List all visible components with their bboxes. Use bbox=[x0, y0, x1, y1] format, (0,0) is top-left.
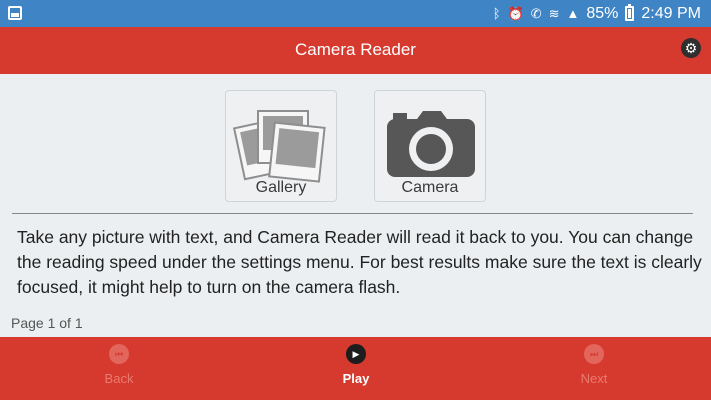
gallery-button[interactable]: Gallery bbox=[225, 90, 337, 202]
image-icon bbox=[8, 6, 22, 20]
signal-icon: ▲ bbox=[566, 6, 580, 21]
battery-icon bbox=[625, 4, 635, 21]
play-icon: ▶ bbox=[346, 344, 366, 364]
battery-percent: 85% bbox=[586, 4, 619, 22]
wifi-icon: ≋ bbox=[548, 6, 560, 21]
divider bbox=[12, 213, 693, 214]
bluetooth-icon: ᛒ bbox=[492, 6, 501, 21]
gear-icon: ⚙ bbox=[684, 40, 698, 56]
bottom-nav: ⏮ Back ▶ Play ⏭ Next bbox=[0, 337, 711, 400]
status-bar: ᛒ ⏰ ✆ ≋ ▲ 85% 2:49 PM bbox=[0, 0, 711, 27]
app-bar: Camera Reader ⚙ bbox=[0, 27, 711, 74]
wifi-call-icon: ✆ bbox=[530, 6, 542, 21]
next-button[interactable]: ⏭ Next bbox=[549, 344, 639, 386]
back-button[interactable]: ⏮ Back bbox=[74, 344, 164, 386]
alarm-icon: ⏰ bbox=[507, 6, 524, 21]
clock: 2:49 PM bbox=[641, 4, 701, 22]
gallery-label: Gallery bbox=[255, 179, 307, 196]
status-icons: ᛒ ⏰ ✆ ≋ ▲ 85% 2:49 PM bbox=[493, 0, 701, 27]
app-title: Camera Reader bbox=[295, 40, 416, 59]
page-indicator: Page 1 of 1 bbox=[11, 315, 83, 331]
back-label: Back bbox=[104, 371, 134, 386]
camera-button[interactable]: Camera bbox=[374, 90, 486, 202]
camera-label: Camera bbox=[401, 179, 459, 196]
skip-forward-icon: ⏭ bbox=[584, 344, 604, 364]
instructions-text: Take any picture with text, and Camera R… bbox=[17, 227, 702, 297]
play-label: Play bbox=[342, 371, 370, 386]
play-button[interactable]: ▶ Play bbox=[311, 344, 401, 386]
settings-button[interactable]: ⚙ bbox=[681, 38, 701, 58]
skip-back-icon: ⏮ bbox=[109, 344, 129, 364]
next-label: Next bbox=[580, 371, 608, 386]
